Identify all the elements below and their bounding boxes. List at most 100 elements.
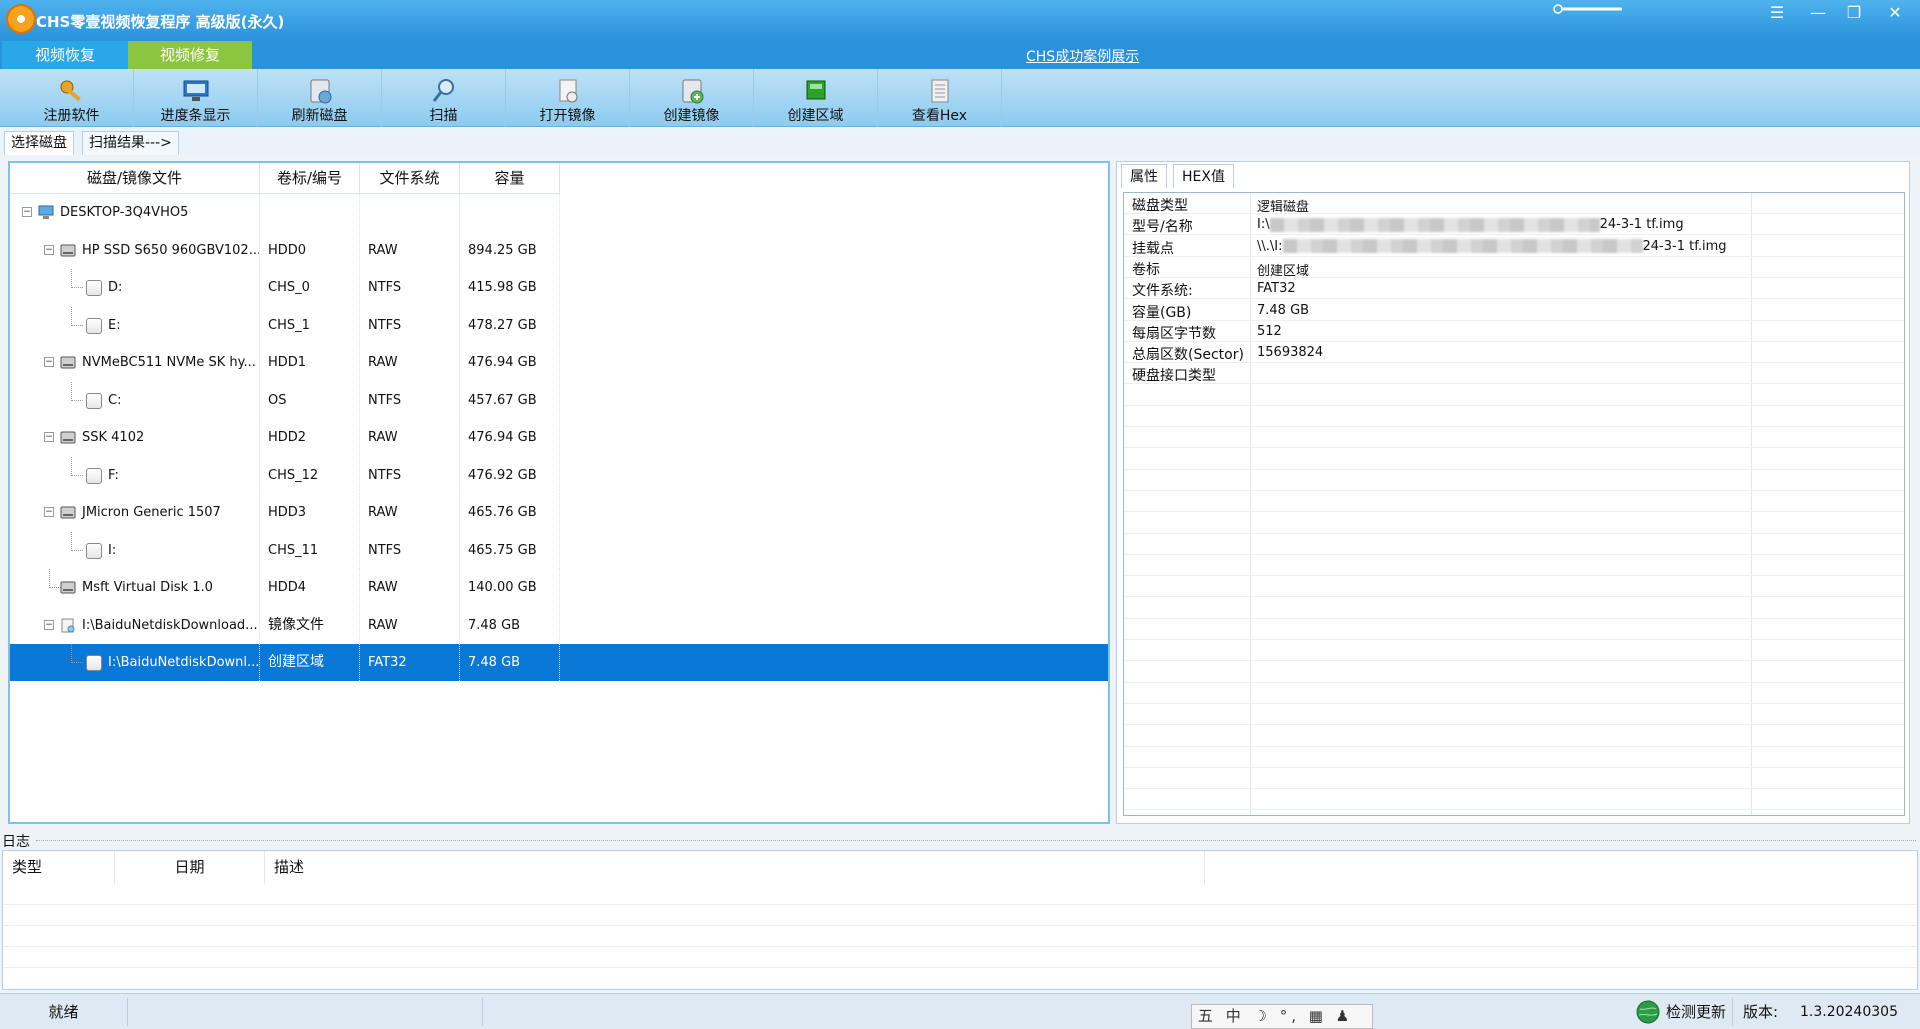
- volume-checkbox[interactable]: [86, 542, 102, 559]
- log-col-description[interactable]: 描述: [265, 851, 1205, 884]
- file-system-cell: NTFS: [360, 269, 460, 306]
- disk-tree-row[interactable]: I: CHS_11 NTFS 465.75 GB: [10, 531, 1108, 569]
- property-row[interactable]: 容量(GB) 7.48 GB: [1124, 300, 1904, 321]
- status-segment-empty: [128, 998, 483, 1026]
- property-row[interactable]: 磁盘类型 逻辑磁盘: [1124, 193, 1904, 215]
- file-system-cell: [360, 194, 460, 231]
- view-hex-button[interactable]: 查看Hex: [878, 69, 1002, 127]
- disk-name-label: F:: [108, 467, 119, 483]
- tab-video-recovery[interactable]: 视频恢复: [2, 41, 128, 69]
- status-state: 就绪: [0, 998, 128, 1026]
- property-row[interactable]: 每扇区字节数 512: [1124, 321, 1904, 342]
- property-row[interactable]: 挂载点 \\.\I: 24-3-1 tf.img: [1124, 236, 1904, 257]
- volume-checkbox[interactable]: [86, 655, 102, 671]
- create-image-button[interactable]: 创建镜像: [630, 69, 754, 127]
- refresh-disk-button[interactable]: 刷新磁盘: [258, 69, 382, 127]
- property-row[interactable]: 总扇区数(Sector) 15693824: [1124, 342, 1904, 364]
- tree-expander-icon[interactable]: −: [44, 357, 54, 367]
- disk-tree-row[interactable]: I:\BaiduNetdiskDownl... 创建区域 FAT32 7.48 GB: [10, 644, 1108, 681]
- menu-button[interactable]: ☰: [1762, 2, 1792, 24]
- disk-tree-row[interactable]: E: CHS_1 NTFS 478.27 GB: [10, 306, 1108, 344]
- capacity-cell: 476.94 GB: [460, 419, 560, 456]
- disk-name-label: HP SSD S650 960GBV102...: [82, 242, 260, 258]
- tab-select-disk[interactable]: 选择磁盘: [4, 131, 74, 155]
- tree-expander-icon[interactable]: −: [44, 432, 54, 442]
- tab-video-repair[interactable]: 视频修复: [128, 41, 252, 69]
- disk-tree-row[interactable]: − JMicron Generic 1507 HDD3 RAW 465.76 GB: [10, 494, 1108, 531]
- disk-tree-row[interactable]: − SSK 4102 HDD2 RAW 476.94 GB: [10, 419, 1108, 456]
- hard-disk-icon: [60, 431, 76, 444]
- open-image-icon: [559, 79, 577, 103]
- log-col-date[interactable]: 日期: [115, 851, 265, 884]
- property-value-prefix: I:\: [1257, 217, 1270, 233]
- tree-expander-icon[interactable]: −: [44, 507, 54, 517]
- property-value: \\.\I: 24-3-1 tf.img: [1257, 239, 1727, 254]
- minimize-button[interactable]: —: [1803, 2, 1833, 24]
- disk-tree-row[interactable]: − I:\BaiduNetdiskDownload... 镜像文件 RAW 7.48 G…: [10, 606, 1108, 644]
- disk-name-label: DESKTOP-3Q4VHO5: [60, 205, 189, 220]
- progress-display-button[interactable]: 进度条显示: [134, 69, 258, 127]
- volume-checkbox[interactable]: [86, 467, 102, 484]
- disk-name-label: SSK 4102: [82, 430, 145, 445]
- property-row[interactable]: 型号/名称 I:\ 24-3-1 tf.img: [1124, 214, 1904, 236]
- property-value: 逻辑磁盘: [1257, 200, 1310, 215]
- file-system-cell: RAW: [360, 494, 460, 531]
- file-system-cell: RAW: [360, 606, 460, 644]
- log-col-type[interactable]: 类型: [3, 851, 115, 884]
- property-row[interactable]: 卷标 创建区域: [1124, 257, 1904, 279]
- col-disk-image[interactable]: 磁盘/镜像文件: [10, 163, 260, 194]
- volume-checkbox[interactable]: [86, 317, 102, 334]
- hard-disk-icon: [60, 244, 76, 256]
- disk-tree-row[interactable]: C: OS NTFS 457.67 GB: [10, 381, 1108, 419]
- file-system-cell: RAW: [360, 344, 460, 381]
- tree-expander-icon[interactable]: −: [44, 619, 54, 630]
- disk-tree-row[interactable]: F: CHS_12 NTFS 476.92 GB: [10, 456, 1108, 494]
- property-row[interactable]: 硬盘接口类型: [1124, 363, 1904, 385]
- disk-tree-row[interactable]: − DESKTOP-3Q4VHO5: [10, 194, 1108, 231]
- volume-label-cell: HDD2: [260, 419, 360, 456]
- tab-hex-value[interactable]: HEX值: [1173, 164, 1234, 188]
- license-key-icon: [1553, 4, 1622, 14]
- register-software-button[interactable]: 注册软件: [10, 69, 134, 127]
- ime-toolbar[interactable]: 五 中 ☽ °, ▦ ♟ ✎: [1191, 1004, 1373, 1029]
- maximize-button[interactable]: ❐: [1839, 2, 1869, 24]
- col-file-system[interactable]: 文件系统: [360, 163, 460, 194]
- volume-checkbox[interactable]: [86, 280, 102, 296]
- image-file-icon: [61, 618, 75, 632]
- disk-tree-row[interactable]: − NVMeBC511 NVMe SK hy... HDD1 RAW 476.94 GB: [10, 344, 1108, 381]
- file-system-cell: RAW: [360, 231, 460, 269]
- hard-disk-icon: [60, 581, 76, 594]
- scan-button[interactable]: 扫描: [382, 69, 506, 127]
- check-update-button[interactable]: 检测更新: [1633, 998, 1733, 1026]
- volume-label-cell: 镜像文件: [260, 606, 360, 644]
- volume-label-cell: HDD0: [260, 231, 360, 269]
- disk-name-cell: I:: [10, 531, 260, 569]
- property-key: 硬盘接口类型: [1132, 368, 1216, 385]
- create-region-button[interactable]: 创建区域: [754, 69, 878, 127]
- property-key: 挂载点: [1132, 240, 1174, 257]
- disk-name-label: C:: [108, 392, 122, 408]
- tab-scan-results[interactable]: 扫描结果--->: [82, 131, 179, 155]
- disk-tree-row[interactable]: − HP SSD S650 960GBV102... HDD0 RAW 894.25 G…: [10, 231, 1108, 269]
- success-cases-link[interactable]: CHS成功案例展示: [1026, 46, 1139, 66]
- capacity-cell: 476.94 GB: [460, 344, 560, 381]
- volume-label-cell: CHS_0: [260, 269, 360, 306]
- volume-checkbox[interactable]: [86, 392, 102, 409]
- disk-tree-row[interactable]: Msft Virtual Disk 1.0 HDD4 RAW 140.00 GB: [10, 569, 1108, 606]
- open-image-button[interactable]: 打开镜像: [506, 69, 630, 127]
- capacity-cell: 478.27 GB: [460, 306, 560, 344]
- property-key: 容量(GB): [1132, 304, 1192, 321]
- tab-properties[interactable]: 属性: [1121, 164, 1167, 188]
- tree-expander-icon[interactable]: −: [44, 244, 54, 255]
- tree-expander-icon[interactable]: −: [22, 207, 32, 217]
- property-key: 型号/名称: [1132, 219, 1193, 236]
- property-value: 512: [1257, 323, 1282, 339]
- disk-name-label: I:: [108, 542, 117, 558]
- close-button[interactable]: ✕: [1880, 2, 1910, 24]
- disk-tree-row[interactable]: D: CHS_0 NTFS 415.98 GB: [10, 269, 1108, 306]
- property-row[interactable]: 文件系统: FAT32: [1124, 278, 1904, 300]
- col-volume-label[interactable]: 卷标/编号: [260, 163, 360, 194]
- create-image-icon: [682, 79, 703, 104]
- file-system-cell: NTFS: [360, 381, 460, 419]
- col-capacity[interactable]: 容量: [460, 163, 560, 194]
